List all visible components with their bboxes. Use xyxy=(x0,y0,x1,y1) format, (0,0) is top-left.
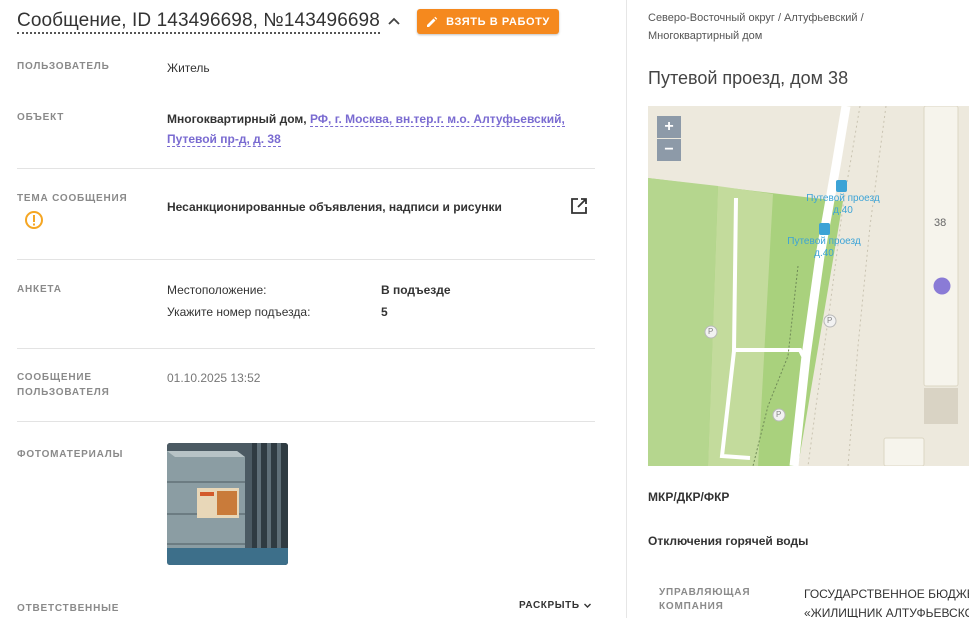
divider xyxy=(17,168,595,169)
photos-label: ФОТОМАТЕРИАЛЫ xyxy=(17,449,124,460)
object-label: ОБЪЕКТ xyxy=(17,112,65,123)
map-label-stop1: Путевой проезд д.40 xyxy=(798,193,888,217)
breadcrumb-line1[interactable]: Северо-Восточный округ / Алтуфьевский / xyxy=(648,12,864,24)
map-label-stop2: Путевой проезд д.40 xyxy=(779,236,869,260)
object-address-link-line1[interactable]: РФ, г. Москва, вн.тер.г. м.о. Алтуфьевск… xyxy=(309,112,565,127)
section-hot-water[interactable]: Отключения горячей воды xyxy=(648,534,808,548)
section-repairs[interactable]: МКР/ДКР/ФКР xyxy=(648,490,729,504)
title-row: Сообщение, ID 143496698, №143496698 xyxy=(17,8,401,36)
take-to-work-label: ВЗЯТЬ В РАБОТУ xyxy=(446,15,550,28)
management-company-label-line2: КОМПАНИЯ xyxy=(659,601,724,612)
breadcrumb: Северо-Восточный округ / Алтуфьевский / … xyxy=(648,9,888,45)
divider xyxy=(17,421,595,422)
map-parking-3: P xyxy=(776,410,782,419)
user-message-label-line2: ПОЛЬЗОВАТЕЛЯ xyxy=(17,387,110,398)
form-value-entrance: 5 xyxy=(381,305,388,319)
zoom-out-button[interactable]: − xyxy=(657,139,681,161)
form-label: АНКЕТА xyxy=(17,284,62,295)
photo-image xyxy=(167,443,288,565)
location-panel: Северо-Восточный округ / Алтуфьевский / … xyxy=(628,0,969,618)
map-canvas xyxy=(648,106,969,466)
take-to-work-button[interactable]: ВЗЯТЬ В РАБОТУ xyxy=(417,9,559,34)
pencil-icon xyxy=(427,16,438,27)
warning-icon xyxy=(25,211,43,229)
management-company-label-line1: УПРАВЛЯЮЩАЯ xyxy=(659,587,751,598)
map[interactable]: Путевой проезд д.40 Путевой проезд д.40 … xyxy=(648,106,969,466)
address-title: Путевой проезд, дом 38 xyxy=(648,68,849,88)
map-location-marker[interactable] xyxy=(933,277,951,295)
map-label-stop1-line1: Путевой проезд xyxy=(806,193,880,204)
form-key-entrance: Укажите номер подъезда: xyxy=(167,305,311,319)
management-company-value-line1: ГОСУДАРСТВЕННОЕ БЮДЖЕ xyxy=(804,587,969,601)
external-link-icon[interactable] xyxy=(569,196,589,216)
object-address-link-line2[interactable]: Путевой пр-д, д. 38 xyxy=(167,132,281,147)
user-message-label-line1: СООБЩЕНИЕ xyxy=(17,372,92,383)
management-company-value-line2: «ЖИЛИЩНИК АЛТУФЬЕВСКО xyxy=(804,606,969,618)
map-parking-1: P xyxy=(708,327,714,336)
object-value: Многоквартирный дом, РФ, г. Москва, вн.т… xyxy=(167,109,567,149)
divider xyxy=(17,259,595,260)
map-label-stop1-line2: д.40 xyxy=(833,205,853,216)
topic-value: Несанкционированные объявления, надписи … xyxy=(167,200,502,214)
object-type: Многоквартирный дом, xyxy=(167,112,307,126)
map-label-stop2-line1: Путевой проезд xyxy=(787,236,861,247)
expand-label: РАСКРЫТЬ xyxy=(519,600,580,611)
map-zoom-controls: + − xyxy=(657,116,681,161)
topic-label: ТЕМА СООБЩЕНИЯ xyxy=(17,193,128,204)
message-details-panel: Сообщение, ID 143496698, №143496698 ВЗЯТ… xyxy=(0,0,627,618)
zoom-in-button[interactable]: + xyxy=(657,116,681,138)
map-label-stop2-line2: д.40 xyxy=(814,248,834,259)
chevron-up-icon[interactable] xyxy=(387,15,401,29)
responsible-label: ОТВЕТСТВЕННЫЕ xyxy=(17,603,120,614)
user-message-label: СООБЩЕНИЕ ПОЛЬЗОВАТЕЛЯ xyxy=(17,370,110,400)
user-message-date: 01.10.2025 13:52 xyxy=(167,371,261,385)
management-company-value: ГОСУДАРСТВЕННОЕ БЮДЖЕ «ЖИЛИЩНИК АЛТУФЬЕВ… xyxy=(804,585,969,618)
user-value: Житель xyxy=(167,61,210,75)
page-title[interactable]: Сообщение, ID 143496698, №143496698 xyxy=(17,10,380,34)
map-house-number: 38 xyxy=(934,217,947,229)
form-value-location: В подъезде xyxy=(381,283,451,297)
user-label: ПОЛЬЗОВАТЕЛЬ xyxy=(17,61,110,72)
management-company-label: УПРАВЛЯЮЩАЯ КОМПАНИЯ xyxy=(659,586,750,614)
photo-thumbnail[interactable] xyxy=(167,443,288,565)
form-key-location: Местоположение: xyxy=(167,283,267,297)
divider xyxy=(17,348,595,349)
breadcrumb-line2[interactable]: Многоквартирный дом xyxy=(648,30,762,42)
chevron-down-icon xyxy=(583,603,591,608)
map-parking-2: P xyxy=(827,316,833,325)
expand-button[interactable]: РАСКРЫТЬ xyxy=(519,600,592,611)
